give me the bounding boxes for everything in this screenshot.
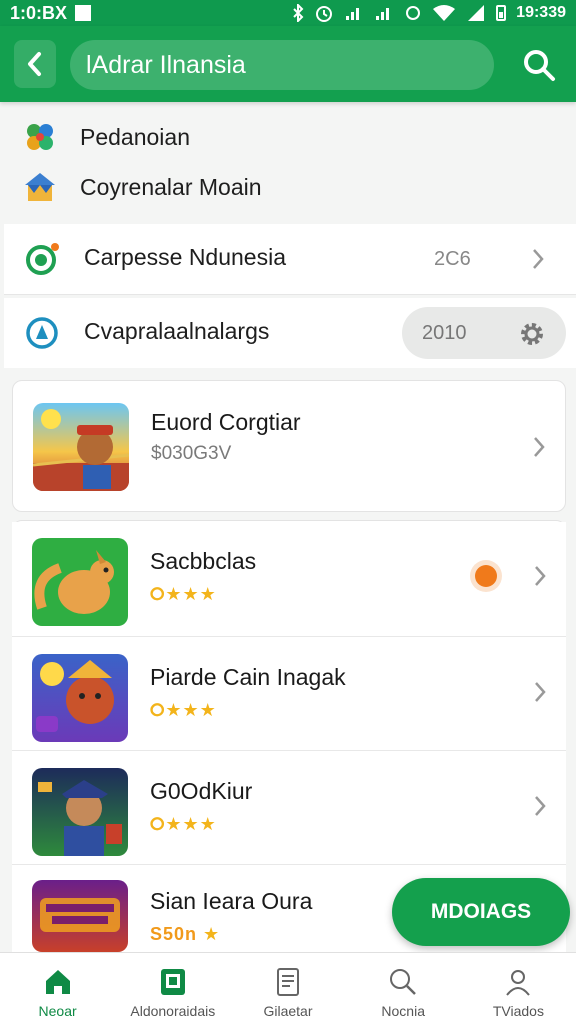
game-logo-illustration bbox=[40, 898, 120, 932]
nav-label: Nocnia bbox=[381, 1003, 425, 1019]
featured-app-image bbox=[33, 403, 129, 491]
chevron-right-icon bbox=[535, 682, 546, 702]
alarm-icon bbox=[316, 6, 333, 22]
app-title: Sian Ieara Oura bbox=[150, 888, 313, 914]
app-title: Sacbbclas bbox=[150, 548, 257, 574]
menu-item-label: Pedanoian bbox=[80, 123, 190, 150]
house-icon bbox=[25, 173, 55, 201]
bluetooth-icon bbox=[293, 4, 304, 22]
kangaroo-illustration bbox=[34, 550, 114, 614]
status-dot-icon bbox=[470, 560, 502, 592]
chevron-right-icon bbox=[535, 796, 546, 816]
menu-item-label: Coyrenalar Moain bbox=[80, 173, 262, 200]
back-button[interactable] bbox=[14, 40, 56, 88]
divider bbox=[12, 750, 566, 751]
nav-label: Neoar bbox=[38, 1003, 77, 1019]
app-title: G0OdKiur bbox=[150, 778, 253, 804]
status-time-left: 1:0:BX bbox=[10, 2, 68, 23]
nav-label: Aldonoraidais bbox=[130, 1003, 216, 1019]
featured-title: Euord Corgtiar bbox=[151, 409, 301, 435]
character-illustration bbox=[33, 409, 129, 491]
rating-stars: ⭘★★★ bbox=[150, 814, 217, 834]
app-row-goodkiur[interactable]: G0OdKiur ⭘★★★ bbox=[12, 752, 566, 868]
divider bbox=[12, 636, 566, 637]
search-input[interactable]: lAdrar Ilnansia bbox=[70, 40, 494, 90]
gear-icon[interactable] bbox=[518, 320, 546, 348]
document-icon bbox=[277, 968, 299, 996]
nav-label: TViados bbox=[492, 1003, 544, 1019]
circle-badge-icon bbox=[26, 243, 59, 275]
nav-item-search[interactable]: Nocnia bbox=[346, 953, 461, 1024]
app-row-sacbbclas[interactable]: Sacbbclas ⭘★★★ bbox=[12, 522, 566, 638]
setting-row-cvapralaal[interactable]: Cvapralaalnalargs 2010 bbox=[4, 298, 576, 368]
app-title: Piarde Cain Inagak bbox=[150, 664, 346, 690]
menu-item-coyrenalar[interactable]: Coyrenalar Moain bbox=[0, 162, 576, 212]
signal-icon bbox=[346, 8, 360, 20]
bottom-navigation: Neoar Aldonoraidais Gilaetar Nocnia TVia… bbox=[0, 952, 576, 1024]
featured-subtitle: $030G3V bbox=[151, 443, 232, 464]
cell-icon bbox=[468, 5, 485, 21]
compass-icon bbox=[26, 317, 58, 349]
tablet-icon bbox=[160, 969, 185, 995]
app-image bbox=[32, 538, 128, 626]
home-icon bbox=[45, 970, 70, 994]
puzzle-icon bbox=[27, 124, 53, 150]
search-icon[interactable] bbox=[522, 48, 556, 82]
setting-value: 2C6 bbox=[434, 248, 471, 270]
nav-label: Gilaetar bbox=[263, 1003, 313, 1019]
chevron-right-icon bbox=[534, 437, 545, 457]
status-bar: 1:0:BX 19:339 bbox=[0, 0, 576, 26]
app-image bbox=[32, 768, 128, 856]
rating-stars: ⭘★★★ bbox=[150, 584, 217, 604]
floating-action-button[interactable]: MDOIAGS bbox=[392, 878, 570, 946]
nav-item-home[interactable]: Neoar bbox=[0, 953, 115, 1024]
app-image bbox=[32, 880, 128, 952]
magnifier-icon bbox=[390, 969, 417, 995]
notification-icon bbox=[75, 5, 92, 21]
divider bbox=[12, 864, 566, 865]
wifi-icon bbox=[433, 5, 456, 21]
nav-item-tablet[interactable]: Aldonoraidais bbox=[115, 953, 230, 1024]
rating-stars: ⭘★★★ bbox=[150, 700, 217, 720]
chevron-right-icon bbox=[535, 566, 546, 586]
signal-icon-2 bbox=[376, 8, 390, 20]
divider bbox=[4, 294, 576, 295]
featured-card[interactable]: Euord Corgtiar $030G3V bbox=[12, 380, 566, 512]
price-text: S50n bbox=[150, 924, 198, 944]
sync-icon bbox=[406, 6, 421, 20]
character-illustration bbox=[38, 780, 122, 856]
nav-item-profile[interactable]: TViados bbox=[461, 953, 576, 1024]
setting-label: Cvapralaalnalargs bbox=[84, 318, 270, 344]
app-bar: lAdrar Ilnansia bbox=[0, 26, 576, 102]
nav-item-documents[interactable]: Gilaetar bbox=[230, 953, 345, 1024]
setting-row-carpesse[interactable]: Carpesse Ndunesia 2C6 bbox=[4, 224, 576, 294]
setting-value: 2010 bbox=[422, 322, 467, 344]
menu-item-pedanoian[interactable]: Pedanoian bbox=[0, 112, 576, 162]
setting-label: Carpesse Ndunesia bbox=[84, 244, 287, 270]
chevron-right-icon bbox=[533, 249, 544, 269]
app-row-piarde[interactable]: Piarde Cain Inagak ⭘★★★ bbox=[12, 638, 566, 754]
person-icon bbox=[506, 970, 531, 996]
chevron-left-icon bbox=[28, 52, 41, 76]
app-image bbox=[32, 654, 128, 742]
price-label: S50n ★ bbox=[150, 924, 221, 944]
battery-icon bbox=[496, 5, 507, 21]
character-illustration bbox=[36, 660, 114, 732]
status-time-right: 19:339 bbox=[516, 4, 566, 21]
